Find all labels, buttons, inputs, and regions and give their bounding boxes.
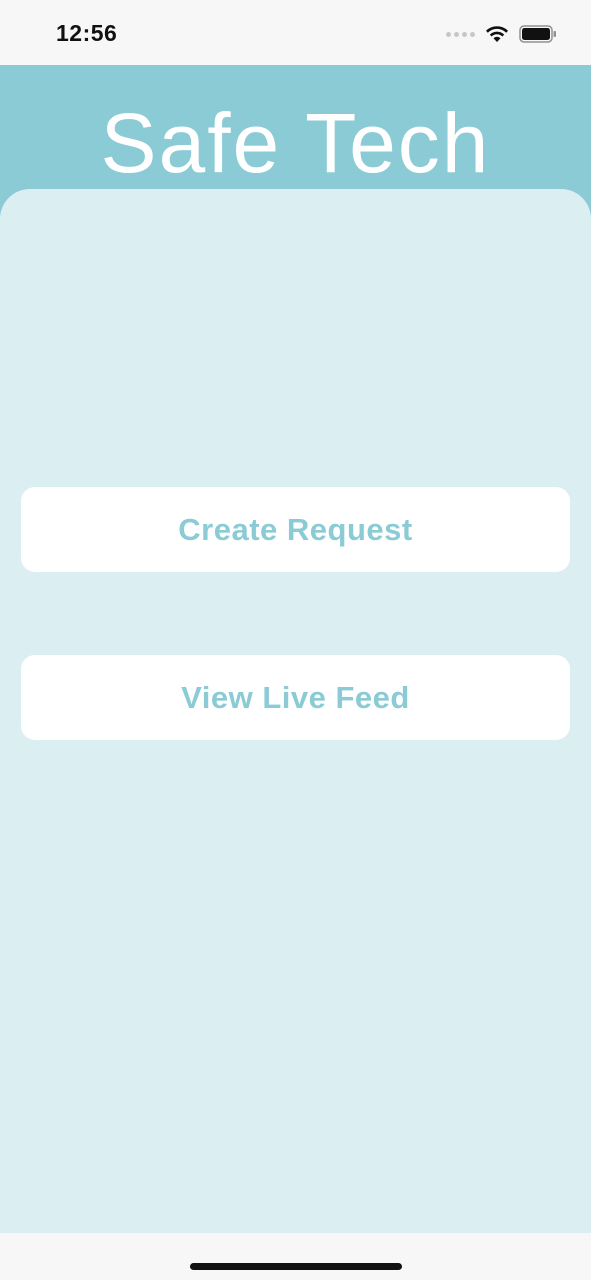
cellular-signal-icon (446, 31, 475, 37)
app-title: Safe Tech (100, 96, 491, 190)
create-request-button[interactable]: Create Request (21, 487, 570, 572)
view-live-feed-button[interactable]: View Live Feed (21, 655, 570, 740)
bottom-bar (0, 1233, 591, 1280)
status-icons (446, 22, 557, 46)
status-time: 12:56 (56, 20, 118, 46)
home-indicator[interactable] (190, 1263, 402, 1270)
wifi-icon (486, 26, 508, 42)
main-panel: Create Request View Live Feed (0, 189, 591, 1233)
battery-icon (519, 25, 556, 43)
status-bar: 12:56 (0, 0, 591, 65)
app-screen: 12:56 Safe Tech Create Request View Live… (0, 0, 591, 1280)
